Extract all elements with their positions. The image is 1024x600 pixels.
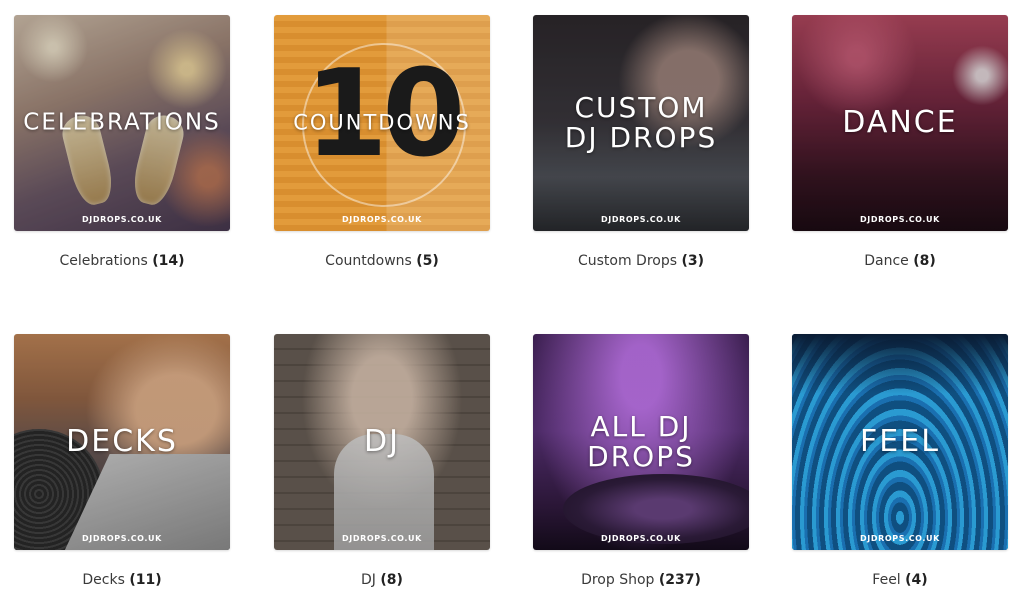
category-caption[interactable]: Feel (4) [792,572,1008,588]
thumbnail-title: DANCE [842,104,958,140]
category-caption[interactable]: Decks (11) [14,572,230,588]
thumbnail-title: DECKS [66,423,178,459]
category-label: Feel [872,572,901,588]
category-count: (8) [380,572,403,588]
thumbnail-title: COUNTDOWNS [293,110,471,135]
category-caption[interactable]: Countdowns (5) [274,253,490,269]
category-count: (14) [152,253,185,269]
category-label: Dance [864,253,909,269]
category-label: Drop Shop [581,572,655,588]
category-card-dance[interactable]: DANCE DJDROPS.CO.UK Dance (8) [792,15,1008,269]
category-thumbnail[interactable]: ALL DJ DROPS DJDROPS.CO.UK [533,334,749,550]
category-label: Countdowns [325,253,412,269]
thumbnail-title: CELEBRATIONS [23,109,221,136]
category-card-countdowns[interactable]: 10 COUNTDOWNS DJDROPS.CO.UK Countdowns (… [274,15,490,269]
category-card-decks[interactable]: DECKS DJDROPS.CO.UK Decks (11) [14,334,230,588]
thumbnail-title: FEEL [860,423,940,459]
category-thumbnail[interactable]: DJ DJDROPS.CO.UK [274,334,490,550]
watermark: DJDROPS.CO.UK [342,534,422,543]
category-card-custom-drops[interactable]: CUSTOM DJ DROPS DJDROPS.CO.UK Custom Dro… [533,15,749,269]
category-thumbnail[interactable]: DECKS DJDROPS.CO.UK [14,334,230,550]
category-thumbnail[interactable]: FEEL DJDROPS.CO.UK [792,334,1008,550]
category-card-celebrations[interactable]: CELEBRATIONS DJDROPS.CO.UK Celebrations … [14,15,230,269]
category-caption[interactable]: Custom Drops (3) [533,253,749,269]
category-count: (5) [416,253,439,269]
thumbnail-title: ALL DJ DROPS [587,409,695,473]
category-label: Celebrations [59,253,148,269]
watermark: DJDROPS.CO.UK [82,534,162,543]
category-card-drop-shop[interactable]: ALL DJ DROPS DJDROPS.CO.UK Drop Shop (23… [533,334,749,588]
category-thumbnail[interactable]: DANCE DJDROPS.CO.UK [792,15,1008,231]
watermark: DJDROPS.CO.UK [860,215,940,224]
category-count: (8) [913,253,936,269]
category-card-feel[interactable]: FEEL DJDROPS.CO.UK Feel (4) [792,334,1008,588]
watermark: DJDROPS.CO.UK [601,215,681,224]
category-caption[interactable]: DJ (8) [274,572,490,588]
category-thumbnail[interactable]: CELEBRATIONS DJDROPS.CO.UK [14,15,230,231]
category-caption[interactable]: Dance (8) [792,253,1008,269]
category-thumbnail[interactable]: CUSTOM DJ DROPS DJDROPS.CO.UK [533,15,749,231]
category-grid: CELEBRATIONS DJDROPS.CO.UK Celebrations … [0,0,1024,600]
category-label: DJ [361,572,376,588]
category-count: (237) [658,572,701,588]
watermark: DJDROPS.CO.UK [601,534,681,543]
category-count: (11) [129,572,162,588]
category-label: Decks [82,572,125,588]
watermark: DJDROPS.CO.UK [860,534,940,543]
category-count: (3) [681,253,705,269]
category-count: (4) [905,572,928,588]
category-caption[interactable]: Drop Shop (237) [533,572,749,588]
category-label: Custom Drops [577,253,678,269]
thumbnail-title: CUSTOM DJ DROPS [564,90,718,154]
thumbnail-title: DJ [364,423,400,459]
category-thumbnail[interactable]: 10 COUNTDOWNS DJDROPS.CO.UK [274,15,490,231]
category-card-dj[interactable]: DJ DJDROPS.CO.UK DJ (8) [274,334,490,588]
category-caption[interactable]: Celebrations (14) [14,253,230,269]
watermark: DJDROPS.CO.UK [82,215,162,224]
watermark: DJDROPS.CO.UK [342,215,422,224]
